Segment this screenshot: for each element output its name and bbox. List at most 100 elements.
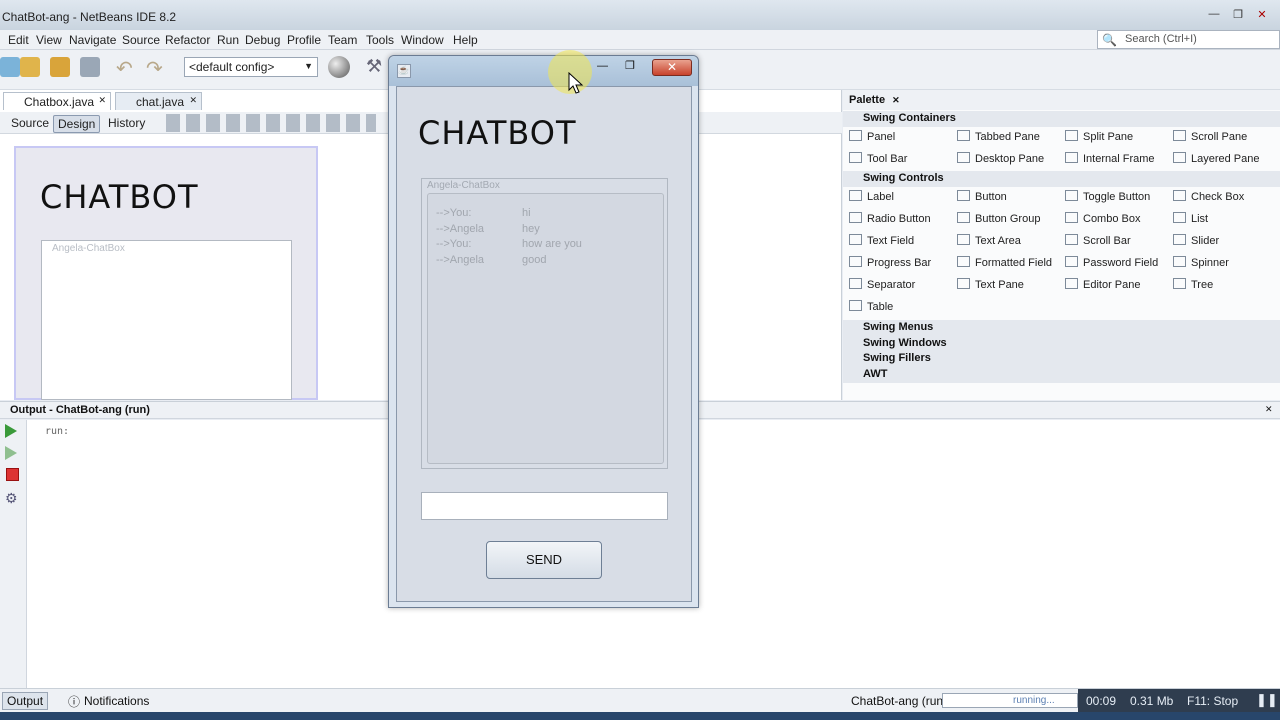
palette-item-split-pane[interactable]: Split Pane: [1065, 128, 1173, 146]
palette-item-slider[interactable]: Slider: [1173, 232, 1273, 250]
section-swing-controls[interactable]: Swing Controls: [843, 171, 1280, 187]
close-button[interactable]: ✕: [652, 59, 692, 76]
palette-item-progress-bar[interactable]: Progress Bar: [849, 254, 957, 272]
build-hammer-icon[interactable]: ⚒: [366, 56, 382, 77]
palette-item-button-group[interactable]: Button Group: [957, 210, 1065, 228]
tab-chatbox-java[interactable]: Chatbox.java ✕: [3, 92, 111, 110]
palette-item-table[interactable]: Table: [849, 298, 957, 316]
palette-item-formatted-field[interactable]: Formatted Field: [957, 254, 1065, 272]
search-box[interactable]: 🔍 Search (Ctrl+I): [1097, 30, 1280, 49]
stop-shortcut[interactable]: F11: Stop: [1187, 694, 1238, 708]
send-button[interactable]: SEND: [486, 541, 602, 579]
menu-team[interactable]: Team: [328, 33, 357, 47]
redo-icon[interactable]: ↷: [146, 56, 163, 81]
config-select[interactable]: <default config> ▼: [184, 57, 318, 77]
close-icon[interactable]: ✕: [892, 95, 900, 105]
palette-item-check-box[interactable]: Check Box: [1173, 188, 1273, 206]
containers-grid: Panel Tabbed Pane Split Pane Scroll Pane…: [849, 128, 1274, 168]
palette-item-radio-button[interactable]: Radio Button: [849, 210, 957, 228]
palette-item-layered-pane[interactable]: Layered Pane: [1173, 150, 1273, 168]
palette-item-tabbed-pane[interactable]: Tabbed Pane: [957, 128, 1065, 146]
output-text: run:: [45, 426, 70, 437]
palette-item-tool-bar[interactable]: Tool Bar: [849, 150, 957, 168]
view-source-button[interactable]: Source: [7, 115, 53, 131]
palette-item-spinner[interactable]: Spinner: [1173, 254, 1273, 272]
rerun-with-params-icon[interactable]: [5, 446, 17, 460]
menu-run[interactable]: Run: [217, 33, 239, 47]
menu-refactor[interactable]: Refactor: [165, 33, 210, 47]
menu-view[interactable]: View: [36, 33, 62, 47]
close-icon[interactable]: ✕: [1253, 8, 1271, 22]
palette-item-panel[interactable]: Panel: [849, 128, 957, 146]
menu-source[interactable]: Source: [122, 33, 160, 47]
menu-profile[interactable]: Profile: [287, 33, 321, 47]
chevron-down-icon: ▼: [304, 61, 313, 71]
elapsed-time: 00:09: [1086, 694, 1117, 708]
globe-icon[interactable]: [328, 56, 350, 78]
menu-window[interactable]: Window: [401, 33, 444, 47]
palette-item-list[interactable]: List: [1173, 210, 1273, 228]
maximize-icon[interactable]: ❐: [625, 59, 635, 72]
config-value: <default config>: [189, 60, 275, 74]
menu-edit[interactable]: Edit: [8, 33, 29, 47]
palette-item-label[interactable]: Label: [849, 188, 957, 206]
menu-tools[interactable]: Tools: [366, 33, 394, 47]
palette-item-text-field[interactable]: Text Field: [849, 232, 957, 250]
new-file-icon[interactable]: [0, 57, 20, 77]
section-swing-windows[interactable]: Swing Windows: [843, 336, 1280, 352]
chat-line: -->Angela good: [436, 253, 547, 266]
close-icon[interactable]: ✕: [189, 95, 197, 106]
section-swing-containers[interactable]: Swing Containers: [843, 111, 1280, 127]
message-input[interactable]: [421, 492, 668, 520]
view-design-button[interactable]: Design: [53, 115, 101, 133]
palette-item-editor-pane[interactable]: Editor Pane: [1065, 276, 1173, 294]
tab-notifications[interactable]: Notifications: [84, 694, 149, 708]
menu-debug[interactable]: Debug: [245, 33, 280, 47]
undo-icon[interactable]: ↶: [116, 56, 133, 81]
save-all-icon[interactable]: [80, 57, 100, 77]
menu-navigate[interactable]: Navigate: [69, 33, 116, 47]
section-awt[interactable]: AWT: [843, 367, 1280, 383]
output-title: Output - ChatBot-ang (run): [10, 404, 150, 416]
section-label: Swing Controls: [863, 172, 944, 184]
view-history-button[interactable]: History: [104, 115, 149, 131]
new-project-icon[interactable]: [20, 57, 40, 77]
notifications-icon: ⓘ: [68, 695, 81, 709]
palette-item-combo-box[interactable]: Combo Box: [1065, 210, 1173, 228]
settings-icon[interactable]: ⚙: [5, 490, 18, 507]
chatbot-title-bar: ☕ — ❐ ✕: [389, 56, 698, 86]
palette-item-toggle-button[interactable]: Toggle Button: [1065, 188, 1173, 206]
stop-icon[interactable]: [6, 468, 19, 481]
palette-item-scroll-bar[interactable]: Scroll Bar: [1065, 232, 1173, 250]
design-title-label: CHATBOT: [40, 178, 199, 216]
minimize-icon[interactable]: —: [1205, 8, 1223, 22]
palette-item-password-field[interactable]: Password Field: [1065, 254, 1173, 272]
palette-item-text-pane[interactable]: Text Pane: [957, 276, 1065, 294]
design-chatbox-panel[interactable]: Angela-ChatBox: [41, 240, 292, 400]
palette-item-text-area[interactable]: Text Area: [957, 232, 1065, 250]
chat-transcript-area[interactable]: -->You: hi -->Angela hey -->You: how are yo…: [427, 193, 664, 464]
palette-item-button[interactable]: Button: [957, 188, 1065, 206]
design-tools-strip[interactable]: [166, 114, 376, 132]
palette-item-scroll-pane[interactable]: Scroll Pane: [1173, 128, 1273, 146]
open-project-icon[interactable]: [50, 57, 70, 77]
pause-icon[interactable]: ❚❚: [1256, 692, 1278, 708]
section-swing-fillers[interactable]: Swing Fillers: [843, 351, 1280, 367]
chatbot-window: ☕ — ❐ ✕ CHATBOT Angela-ChatBox -->You: hi…: [388, 55, 699, 608]
menu-help[interactable]: Help: [453, 33, 478, 47]
search-icon: 🔍: [1102, 33, 1117, 47]
palette-item-internal-frame[interactable]: Internal Frame: [1065, 150, 1173, 168]
rerun-icon[interactable]: [5, 424, 17, 438]
process-name: ChatBot-ang (run): [851, 694, 948, 708]
minimize-icon[interactable]: —: [597, 60, 608, 72]
progress-text: running...: [1013, 695, 1055, 706]
palette-item-separator[interactable]: Separator: [849, 276, 957, 294]
close-icon[interactable]: ✕: [1265, 404, 1273, 415]
close-icon[interactable]: ✕: [98, 95, 106, 106]
section-swing-menus[interactable]: Swing Menus: [843, 320, 1280, 336]
maximize-icon[interactable]: ❐: [1229, 8, 1247, 22]
tab-output[interactable]: Output: [2, 692, 49, 710]
palette-item-tree[interactable]: Tree: [1173, 276, 1273, 294]
palette-item-desktop-pane[interactable]: Desktop Pane: [957, 150, 1065, 168]
tab-chat-java[interactable]: chat.java ✕: [115, 92, 202, 110]
